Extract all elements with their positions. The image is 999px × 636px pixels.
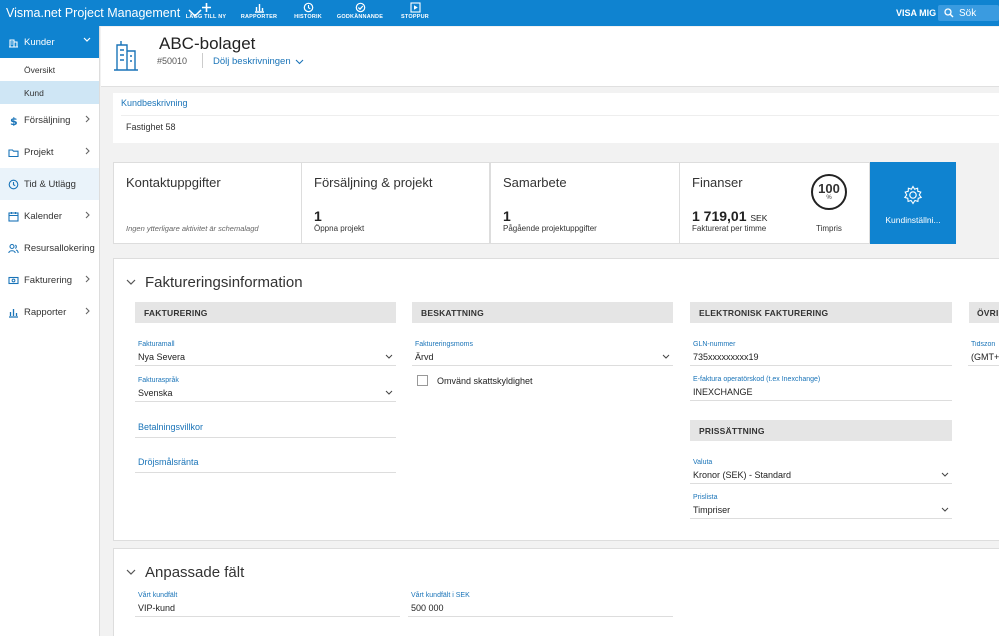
billing-info-section: Faktureringsinformation FAKTURERING Fakt… — [113, 258, 999, 541]
chevron-down-icon — [83, 37, 91, 42]
invoice-template-select[interactable]: Fakturamall Nya Severa — [135, 341, 396, 366]
calendar-icon — [7, 210, 19, 222]
group-header-beskattning: BESKATTNING — [412, 302, 673, 323]
chevron-right-icon — [85, 211, 90, 219]
approval-button[interactable]: GODKÄNNANDE — [334, 2, 386, 20]
chevron-down-icon — [385, 390, 393, 395]
add-new-button[interactable]: LÄGG TILL NY — [180, 2, 232, 20]
custom-fields-section: Anpassade fält Vårt kundfält VIP-kund Vå… — [113, 548, 999, 636]
dollar-icon: $ — [7, 114, 19, 126]
tile-collaboration[interactable]: Samarbete 1 Pågående projektuppgifter — [490, 162, 680, 244]
page-header: ABC-bolaget #50010 Dölj beskrivningen — [101, 27, 999, 87]
svg-text:$: $ — [10, 115, 18, 126]
gear-icon — [903, 185, 923, 205]
checkbox[interactable] — [417, 375, 428, 386]
gln-number-field[interactable]: GLN-nummer 735xxxxxxxxx19 — [690, 341, 952, 366]
custom-field-1[interactable]: Vårt kundfält VIP-kund — [135, 592, 400, 617]
e-invoice-operator-field[interactable]: E-faktura operatörskod (t.ex Inexchange)… — [690, 376, 952, 401]
chevron-down-icon — [126, 569, 136, 575]
section-title: Faktureringsinformation — [145, 274, 303, 291]
sidebar: Kunder Översikt Kund $ Försäljning Proje… — [0, 26, 100, 636]
customer-description: Kundbeskrivning Fastighet 58 — [113, 93, 999, 143]
group-header-e-invoicing: ELEKTRONISK FAKTURERING — [690, 302, 952, 323]
divider — [202, 53, 203, 68]
chevron-right-icon — [85, 275, 90, 283]
customer-settings-button[interactable]: Kundinställni... — [870, 162, 956, 244]
bar-chart-icon — [254, 4, 264, 13]
currency-select[interactable]: Valuta Kronor (SEK) - Standard — [690, 459, 952, 484]
chevron-down-icon — [941, 507, 949, 512]
chevron-down-icon — [941, 472, 949, 477]
sidebar-item-resursallokering[interactable]: Resursallokering — [0, 232, 99, 264]
invoice-vat-select[interactable]: Faktureringsmoms Ärvd — [412, 341, 673, 366]
history-icon — [303, 2, 313, 13]
app-title: Visma.net Project Management — [6, 6, 181, 20]
show-me-link[interactable]: VISA MIG — [896, 8, 936, 18]
reverse-charge-checkbox[interactable]: Omvänd skattskyldighet — [417, 375, 533, 386]
group-header-pricing: PRISSÄTTNING — [690, 420, 952, 441]
sidebar-sub-kund[interactable]: Kund — [0, 81, 99, 104]
section-toggle[interactable]: Faktureringsinformation — [126, 274, 303, 291]
chevron-right-icon — [85, 147, 90, 155]
sidebar-sub-oversikt[interactable]: Översikt — [0, 58, 99, 81]
late-interest-link[interactable]: Dröjsmålsränta — [135, 457, 396, 473]
invoice-language-select[interactable]: Fakturaspråk Svenska — [135, 377, 396, 402]
stopwatch-button[interactable]: STOPPUR — [389, 2, 441, 20]
group-header-fakturering: FAKTURERING — [135, 302, 396, 323]
invoice-icon — [7, 274, 19, 286]
custom-field-sek[interactable]: Vårt kundfält i SEK 500 000 — [408, 592, 673, 617]
search-input[interactable]: Sök — [959, 8, 976, 19]
play-icon — [409, 2, 421, 13]
sidebar-item-rapporter[interactable]: Rapporter — [0, 296, 99, 328]
customer-description-value[interactable]: Fastighet 58 — [121, 115, 999, 141]
tile-contact[interactable]: Kontaktuppgifter Ingen ytterligare aktiv… — [113, 162, 302, 244]
tile-finance[interactable]: Finanser 1 719,01 SEK Fakturerat per tim… — [679, 162, 870, 244]
search-icon — [944, 8, 954, 18]
sidebar-item-kunder[interactable]: Kunder — [0, 26, 99, 58]
app-brand-menu[interactable]: Visma.net Project Management — [6, 6, 202, 20]
customer-description-label: Kundbeskrivning — [121, 98, 188, 108]
toggle-description-link[interactable]: Dölj beskrivningen — [213, 56, 304, 67]
billed-amount: 1 719,01 SEK — [692, 208, 768, 224]
tile-sales-projects[interactable]: Försäljning & projekt 1 Öppna projekt — [301, 162, 490, 244]
customer-number: #50010 — [157, 56, 188, 66]
section-title: Anpassade fält — [145, 564, 245, 581]
top-bar: Visma.net Project Management LÄGG TILL N… — [0, 0, 999, 26]
history-button[interactable]: HISTORIK — [282, 2, 334, 20]
chevron-down-icon — [662, 354, 670, 359]
price-list-select[interactable]: Prislista Timpriser — [690, 494, 952, 519]
sidebar-item-projekt[interactable]: Projekt — [0, 136, 99, 168]
search-box[interactable]: Sök — [938, 5, 999, 21]
sidebar-item-fakturering[interactable]: Fakturering — [0, 264, 99, 296]
chevron-down-icon — [385, 354, 393, 359]
reports-button[interactable]: RAPPORTER — [233, 2, 285, 20]
chevron-down-icon — [126, 279, 136, 285]
group-header-other: ÖVRI — [969, 302, 999, 323]
sidebar-item-kalender[interactable]: Kalender — [0, 200, 99, 232]
page-title: ABC-bolaget — [159, 34, 256, 53]
clock-icon — [7, 178, 19, 190]
timezone-select[interactable]: Tidszon (GMT+0 — [968, 341, 999, 366]
sidebar-item-tid-utlagg[interactable]: Tid & Utlägg — [0, 168, 99, 200]
plus-icon — [201, 3, 211, 12]
building-icon — [7, 36, 19, 48]
payment-terms-link[interactable]: Betalningsvillkor — [135, 422, 396, 438]
building-icon — [114, 41, 138, 71]
chevron-down-icon — [295, 59, 304, 64]
report-icon — [7, 306, 19, 318]
people-icon — [7, 242, 19, 254]
section-toggle[interactable]: Anpassade fält — [126, 564, 244, 581]
chevron-right-icon — [85, 307, 90, 315]
approve-icon — [355, 2, 365, 13]
chevron-right-icon — [85, 115, 90, 123]
sidebar-item-forsaljning[interactable]: $ Försäljning — [0, 104, 99, 136]
hourly-rate-gauge: 100 % — [811, 174, 847, 210]
folder-icon — [7, 146, 19, 158]
